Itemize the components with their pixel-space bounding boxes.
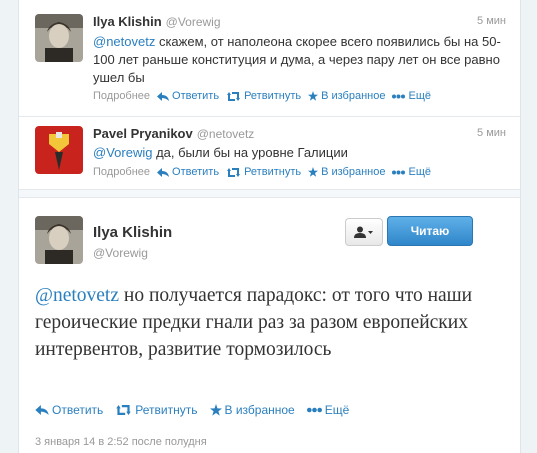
tweet-item[interactable]: Ilya Klishin @Vorewig 5 мин @netovetz ска… bbox=[19, 0, 520, 117]
star-icon bbox=[308, 91, 319, 101]
caret-down-icon bbox=[368, 231, 373, 234]
reply-button[interactable]: Ответить bbox=[157, 90, 219, 102]
star-icon bbox=[209, 404, 222, 416]
tweet-body: скажем, от наполеона скорее всего появил… bbox=[93, 34, 501, 85]
reply-button[interactable]: Ответить bbox=[35, 403, 103, 417]
more-button[interactable]: Ещё bbox=[392, 90, 431, 102]
user-actions-button[interactable] bbox=[345, 218, 383, 246]
retweet-button[interactable]: Ретвитнуть bbox=[226, 90, 301, 102]
mention-link[interactable]: @netovetz bbox=[35, 285, 119, 306]
avatar[interactable] bbox=[35, 126, 83, 174]
retweet-label: Ретвитнуть bbox=[244, 90, 302, 102]
ellipsis-icon bbox=[392, 170, 406, 174]
author-name[interactable]: Ilya Klishin bbox=[93, 224, 172, 241]
favorite-label: В избранное bbox=[321, 90, 386, 102]
retweet-button[interactable]: Ретвитнуть bbox=[115, 403, 198, 417]
favorite-button[interactable]: В избранное bbox=[308, 166, 385, 178]
tweet-text: @netovetz но получается парадокс: от тог… bbox=[35, 282, 495, 363]
more-label: Ещё bbox=[408, 90, 431, 102]
divider bbox=[19, 190, 520, 198]
favorite-label: В избранное bbox=[321, 166, 386, 178]
author-name[interactable]: Pavel Pryanikov bbox=[93, 126, 193, 141]
reply-label: Ответить bbox=[52, 403, 104, 417]
avatar[interactable] bbox=[35, 216, 83, 264]
tweet-body: да, были бы на уровне Галиции bbox=[152, 145, 348, 160]
tweet-author[interactable]: Ilya Klishin @Vorewig bbox=[93, 14, 221, 29]
mention-link[interactable]: @Vorewig bbox=[93, 145, 152, 160]
tweet-text: @Vorewig да, были бы на уровне Галиции bbox=[93, 144, 503, 162]
reply-icon bbox=[157, 91, 170, 101]
favorite-label: В избранное bbox=[224, 403, 295, 417]
tweet-time[interactable]: 5 мин bbox=[477, 15, 506, 27]
favorite-button[interactable]: В избранное bbox=[308, 90, 385, 102]
reply-label: Ответить bbox=[172, 166, 220, 178]
tweet-actions: Подробнее Ответить Ретвитнуть В избранно… bbox=[93, 166, 438, 178]
reply-icon bbox=[35, 405, 49, 415]
tweet-actions: Подробнее Ответить Ретвитнуть В избранно… bbox=[93, 90, 438, 102]
tweet-timeline: Ilya Klishin @Vorewig 5 мин @netovetz ска… bbox=[18, 0, 521, 453]
ellipsis-icon bbox=[392, 94, 406, 98]
tweet-date[interactable]: 3 января 14 в 2:52 после полудня bbox=[35, 436, 207, 448]
reply-label: Ответить bbox=[172, 90, 220, 102]
tweet-item[interactable]: Pavel Pryanikov @netovetz 5 мин @Vorewig … bbox=[19, 117, 520, 190]
mention-link[interactable]: @netovetz bbox=[93, 34, 155, 49]
star-icon bbox=[308, 167, 319, 177]
tweet-time[interactable]: 5 мин bbox=[477, 127, 506, 139]
author-name[interactable]: Ilya Klishin bbox=[93, 14, 162, 29]
tweet-author[interactable]: Pavel Pryanikov @netovetz bbox=[93, 126, 254, 141]
tweet-text: @netovetz скажем, от наполеона скорее вс… bbox=[93, 33, 503, 87]
following-button[interactable]: Читаю bbox=[387, 216, 473, 246]
details-link[interactable]: Подробнее bbox=[93, 90, 150, 102]
tweet-actions: Ответить Ретвитнуть В избранное Ещё bbox=[35, 403, 361, 417]
reply-button[interactable]: Ответить bbox=[157, 166, 219, 178]
retweet-icon bbox=[227, 91, 241, 101]
more-label: Ещё bbox=[408, 166, 431, 178]
user-icon bbox=[354, 226, 373, 238]
reply-icon bbox=[157, 167, 170, 177]
more-label: Ещё bbox=[324, 403, 350, 417]
author-handle[interactable]: @netovetz bbox=[197, 127, 255, 141]
ellipsis-icon bbox=[306, 407, 322, 413]
author-handle[interactable]: @Vorewig bbox=[93, 246, 148, 260]
retweet-label: Ретвитнуть bbox=[244, 166, 302, 178]
more-button[interactable]: Ещё bbox=[306, 403, 350, 417]
retweet-button[interactable]: Ретвитнуть bbox=[226, 166, 301, 178]
favorite-button[interactable]: В избранное bbox=[209, 403, 295, 417]
details-link[interactable]: Подробнее bbox=[93, 166, 150, 178]
retweet-label: Ретвитнуть bbox=[135, 403, 198, 417]
avatar[interactable] bbox=[35, 14, 83, 62]
retweet-icon bbox=[116, 405, 132, 415]
more-button[interactable]: Ещё bbox=[392, 166, 431, 178]
retweet-icon bbox=[227, 167, 241, 177]
author-handle[interactable]: @Vorewig bbox=[166, 15, 221, 29]
